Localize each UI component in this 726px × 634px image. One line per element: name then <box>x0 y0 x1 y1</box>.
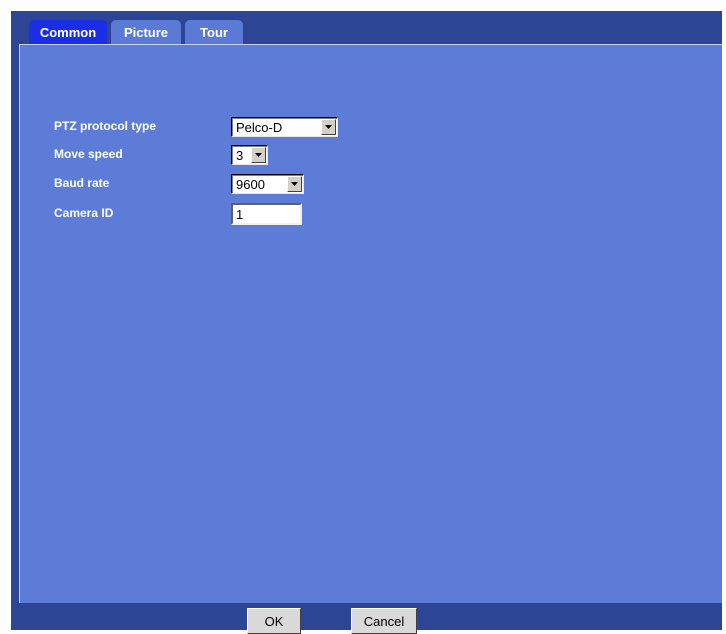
cancel-button[interactable]: Cancel <box>351 608 417 634</box>
camera-id-label: Camera ID <box>54 206 114 220</box>
baud-rate-label: Baud rate <box>54 176 110 190</box>
common-settings-panel: PTZ protocol type Pelco-D Move speed 3 B… <box>19 44 722 603</box>
settings-window: Common Picture Tour PTZ protocol type Pe… <box>11 11 722 634</box>
chevron-down-icon[interactable] <box>287 176 302 192</box>
chevron-down-icon[interactable] <box>251 147 266 163</box>
chevron-down-icon[interactable] <box>321 119 336 135</box>
baud-rate-value: 9600 <box>236 176 265 192</box>
ptz-protocol-select[interactable]: Pelco-D <box>231 117 338 137</box>
move-speed-label: Move speed <box>54 147 123 161</box>
tab-tour[interactable]: Tour <box>185 20 243 44</box>
baud-rate-select[interactable]: 9600 <box>231 174 304 194</box>
tab-common[interactable]: Common <box>29 20 107 44</box>
ok-button[interactable]: OK <box>247 608 301 634</box>
tab-common-label: Common <box>39 24 97 40</box>
tab-picture-label: Picture <box>123 24 169 40</box>
tab-picture[interactable]: Picture <box>111 20 181 44</box>
cancel-button-label: Cancel <box>363 613 405 629</box>
tab-tour-label: Tour <box>200 24 228 40</box>
ptz-protocol-value: Pelco-D <box>236 119 283 135</box>
move-speed-select[interactable]: 3 <box>231 145 268 165</box>
camera-id-input[interactable] <box>231 203 302 225</box>
ptz-protocol-label: PTZ protocol type <box>54 119 156 133</box>
move-speed-value: 3 <box>236 147 244 163</box>
ok-button-label: OK <box>264 613 284 629</box>
